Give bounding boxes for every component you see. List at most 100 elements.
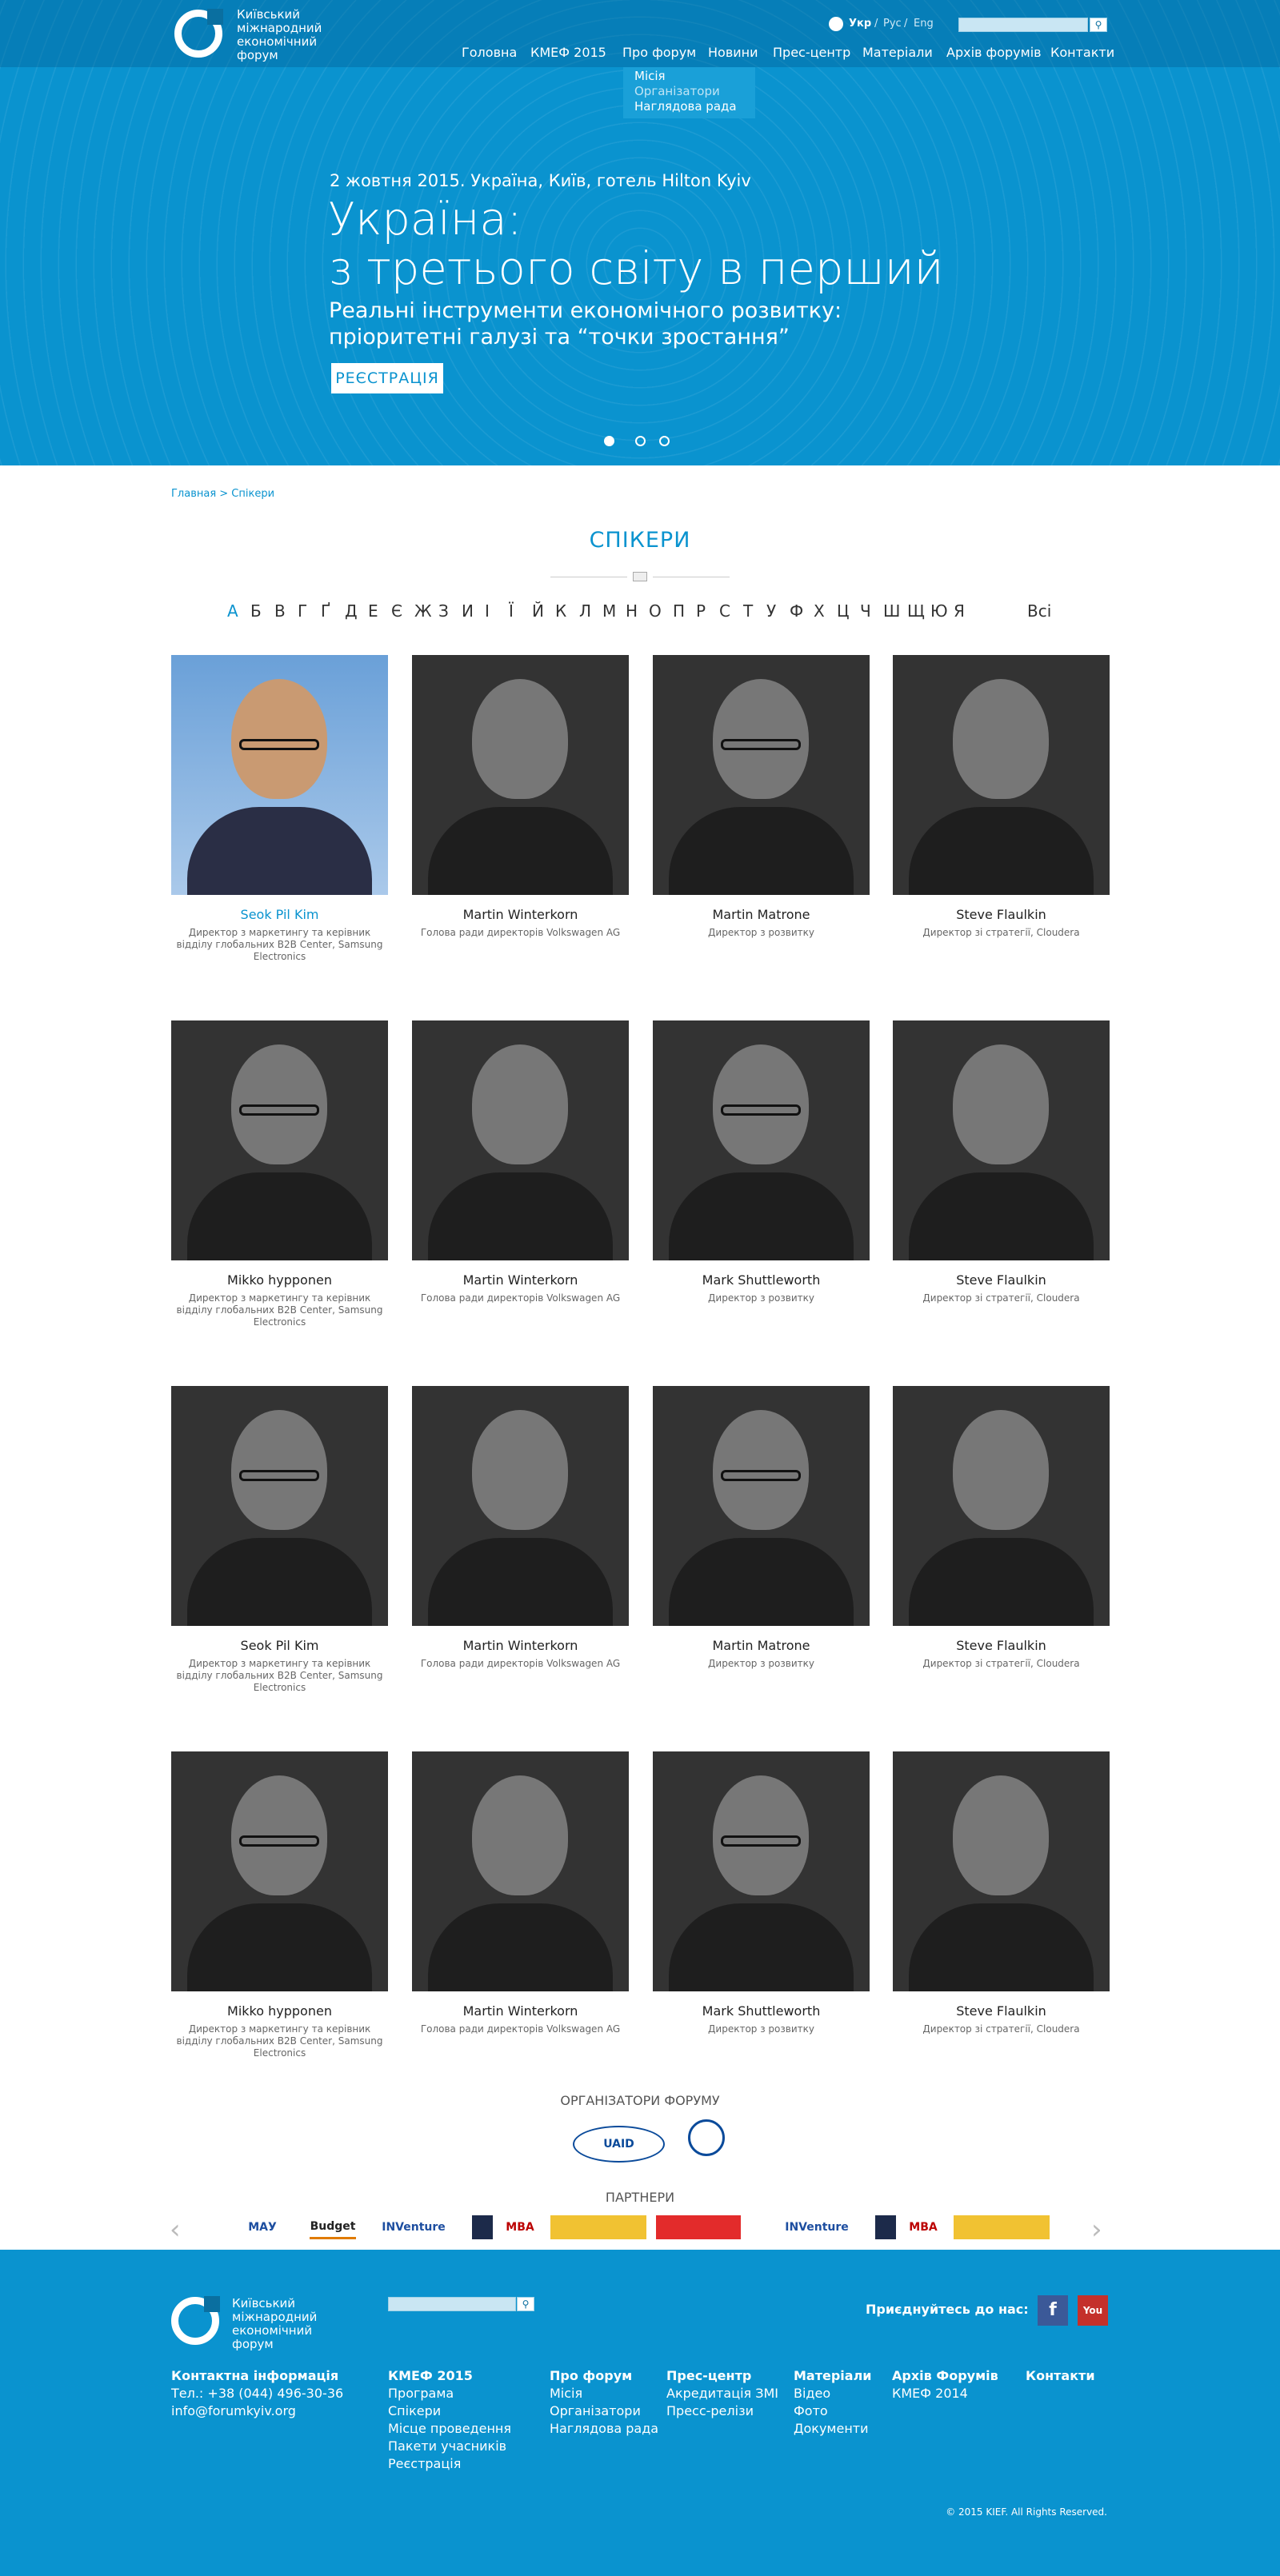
partner-association-logo[interactable] (954, 2215, 1050, 2239)
speaker-photo[interactable] (653, 1386, 870, 1626)
organizer-emblem-icon[interactable] (688, 2119, 725, 2156)
speaker-photo[interactable] (412, 1751, 629, 1991)
footer-link[interactable]: Відео (794, 2385, 830, 2402)
alphabet-letter[interactable]: З (438, 601, 449, 621)
speaker-photo[interactable] (171, 1386, 388, 1626)
breadcrumb[interactable]: Главная > Спікери (171, 488, 274, 500)
footer-archive-head[interactable]: Архів Форумів (892, 2368, 998, 2383)
footer-kmef-head[interactable]: КМЕФ 2015 (388, 2368, 473, 2383)
alphabet-letter[interactable]: О (649, 601, 662, 621)
alphabet-letter[interactable]: К (555, 601, 566, 621)
nav-materials[interactable]: Матеріали (862, 45, 933, 60)
footer-about-head[interactable]: Про форум (550, 2368, 632, 2383)
partners-next-arrow[interactable]: › (1091, 2214, 1102, 2246)
footer-link[interactable]: Спікери (388, 2402, 441, 2420)
lang-ukr[interactable]: Укр (849, 18, 871, 30)
footer-search-input[interactable] (388, 2297, 516, 2311)
speaker-photo[interactable] (893, 1386, 1110, 1626)
speaker-name[interactable]: Steve Flaulkin (893, 1638, 1110, 1653)
speaker-name[interactable]: Martin Winterkorn (412, 907, 629, 922)
alphabet-letter[interactable]: Н (626, 601, 638, 621)
alphabet-all-link[interactable]: Всі (1027, 601, 1051, 621)
alphabet-letter[interactable]: Ф (790, 601, 803, 621)
partner-dark-logo[interactable] (875, 2215, 896, 2239)
youtube-icon[interactable]: You (1078, 2295, 1108, 2326)
alphabet-letter[interactable]: Я (954, 601, 965, 621)
nav-news[interactable]: Новини (708, 45, 758, 60)
uaid-logo[interactable]: UAID (573, 2126, 665, 2163)
speaker-name[interactable]: Mikko hypponen (171, 2003, 388, 2019)
speaker-name[interactable]: Seok Pil Kim (171, 1638, 388, 1653)
alphabet-letter[interactable]: Є (391, 601, 402, 621)
logo-icon[interactable] (174, 9, 223, 58)
facebook-icon[interactable]: f (1038, 2295, 1068, 2326)
search-icon[interactable]: ⚲ (1090, 18, 1107, 32)
speaker-name[interactable]: Martin Matrone (653, 1638, 870, 1653)
footer-link[interactable]: Пакети учасників (388, 2438, 506, 2455)
speaker-photo[interactable] (171, 655, 388, 895)
slider-dot-2[interactable] (635, 436, 646, 446)
nav-archive[interactable]: Архів форумів (946, 45, 1042, 60)
alphabet-letter[interactable]: Ч (860, 601, 871, 621)
speaker-name[interactable]: Steve Flaulkin (893, 2003, 1110, 2019)
footer-logo-icon[interactable] (171, 2296, 220, 2345)
partner-inventure-logo[interactable]: INVenture (368, 2215, 459, 2239)
speaker-name[interactable]: Martin Matrone (653, 907, 870, 922)
partner-association-logo[interactable] (550, 2215, 646, 2239)
alphabet-letter[interactable]: Ц (837, 601, 850, 621)
dropdown-item-board[interactable]: Наглядова рада (623, 99, 755, 114)
partner-mba-logo[interactable]: MBA (907, 2215, 939, 2239)
speaker-name[interactable]: Seok Pil Kim (171, 907, 388, 922)
partner-mba-logo[interactable]: MBA (504, 2215, 536, 2239)
header-search-input[interactable] (958, 18, 1088, 32)
speaker-name[interactable]: Steve Flaulkin (893, 907, 1110, 922)
speaker-photo[interactable] (653, 655, 870, 895)
speaker-name[interactable]: Martin Winterkorn (412, 2003, 629, 2019)
alphabet-letter[interactable]: Ж (414, 601, 432, 621)
footer-email[interactable]: info@forumkyiv.org (171, 2402, 296, 2420)
alphabet-letter[interactable]: В (274, 601, 286, 621)
speaker-photo[interactable] (412, 1386, 629, 1626)
partner-mau-logo[interactable]: МАУ (226, 2215, 298, 2239)
footer-link[interactable]: Документи (794, 2420, 869, 2438)
footer-link[interactable]: Наглядова рада (550, 2420, 658, 2438)
speaker-photo[interactable] (171, 1751, 388, 1991)
speaker-name[interactable]: Mikko hypponen (171, 1272, 388, 1288)
logo-text[interactable]: Київський міжнародний економічний форум (237, 8, 349, 62)
alphabet-letter[interactable]: Т (743, 601, 753, 621)
speaker-photo[interactable] (412, 1020, 629, 1260)
partners-prev-arrow[interactable]: ‹ (170, 2214, 181, 2246)
alphabet-letter[interactable]: Й (532, 601, 544, 621)
nav-home[interactable]: Головна (462, 45, 517, 60)
alphabet-letter[interactable]: П (673, 601, 685, 621)
alphabet-letter[interactable]: Р (696, 601, 706, 621)
dropdown-item-mission[interactable]: Місія (623, 69, 755, 84)
alphabet-letter[interactable]: С (719, 601, 730, 621)
alphabet-letter[interactable]: Ґ (321, 601, 330, 621)
speaker-photo[interactable] (893, 1020, 1110, 1260)
footer-link[interactable]: Програма (388, 2385, 454, 2402)
alphabet-letter[interactable]: Е (368, 601, 378, 621)
speaker-name[interactable]: Martin Winterkorn (412, 1638, 629, 1653)
partner-red-banner-logo[interactable] (656, 2215, 741, 2239)
partner-inventure-logo[interactable]: INVenture (771, 2215, 862, 2239)
speaker-photo[interactable] (171, 1020, 388, 1260)
dropdown-item-organizers[interactable]: Організатори (623, 84, 755, 99)
footer-link[interactable]: Пресс-релізи (666, 2402, 754, 2420)
footer-link[interactable]: Місія (550, 2385, 582, 2402)
footer-link[interactable]: Організатори (550, 2402, 641, 2420)
footer-link[interactable]: КМЕФ 2014 (892, 2385, 968, 2402)
speaker-name[interactable]: Martin Winterkorn (412, 1272, 629, 1288)
lang-rus[interactable]: Рус (883, 18, 902, 30)
speaker-photo[interactable] (653, 1751, 870, 1991)
slider-dot-1[interactable] (604, 436, 614, 446)
partner-dark-logo[interactable] (472, 2215, 493, 2239)
speaker-photo[interactable] (653, 1020, 870, 1260)
speaker-name[interactable]: Mark Shuttleworth (653, 2003, 870, 2019)
speaker-photo[interactable] (893, 1751, 1110, 1991)
footer-link[interactable]: Реєстрація (388, 2455, 461, 2473)
alphabet-letter[interactable]: Ї (509, 601, 514, 621)
alphabet-letter[interactable]: Б (250, 601, 262, 621)
footer-link[interactable]: Фото (794, 2402, 828, 2420)
footer-link[interactable]: Місце проведення (388, 2420, 511, 2438)
